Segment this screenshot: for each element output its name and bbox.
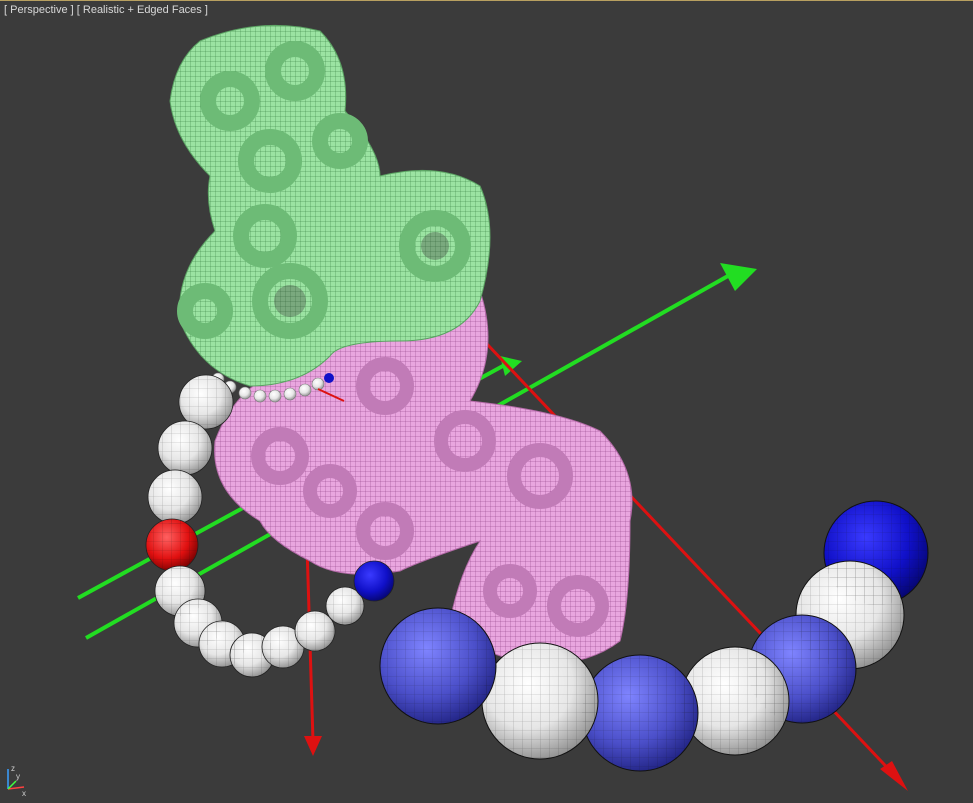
axis-tripod-icon: z x y: [7, 764, 26, 798]
svg-text:x: x: [22, 789, 26, 798]
scene-canvas[interactable]: [0, 1, 973, 803]
svg-text:y: y: [16, 772, 20, 781]
svg-text:z: z: [11, 764, 15, 773]
viewport-perspective[interactable]: [ Perspective ] [ Realistic + Edged Face…: [0, 0, 973, 803]
green-tori-cluster[interactable]: [169, 24, 491, 387]
